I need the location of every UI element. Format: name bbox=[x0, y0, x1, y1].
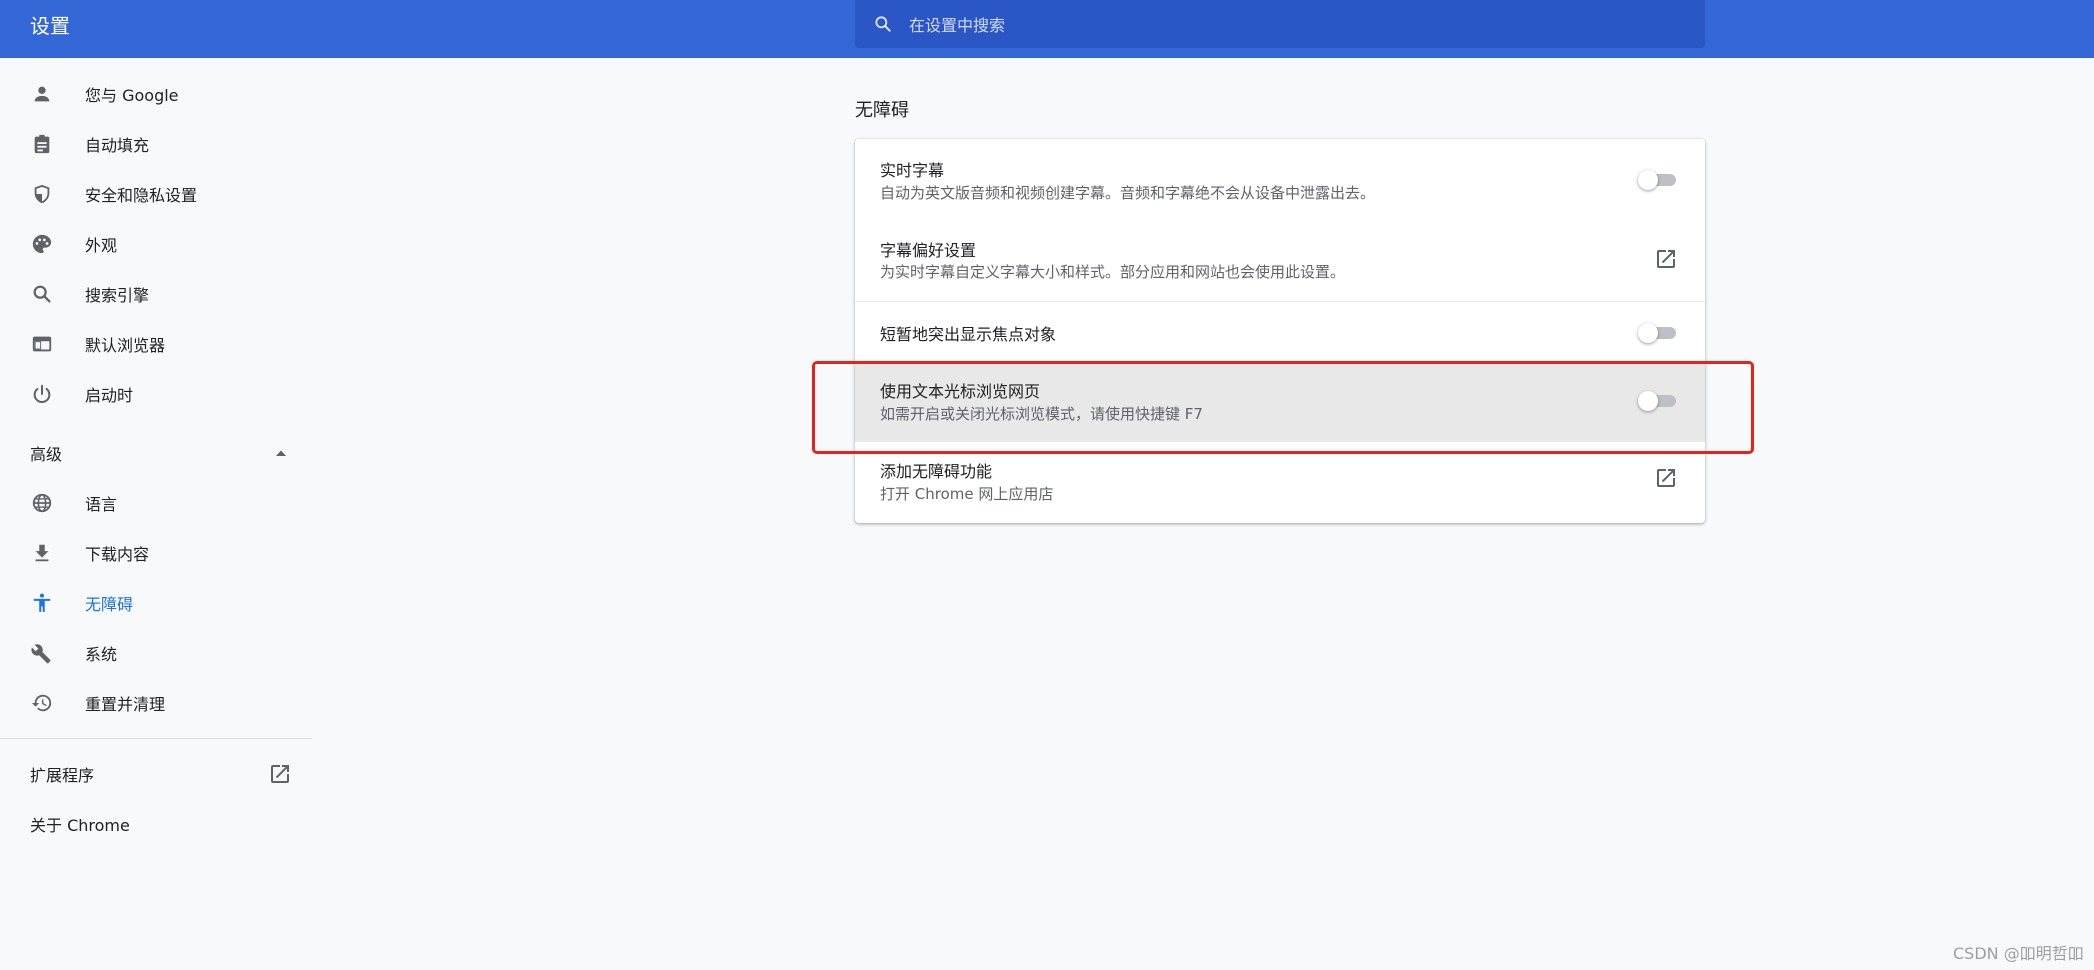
row-subtitle: 自动为英文版音频和视频创建字幕。音频和字幕绝不会从设备中泄露出去。 bbox=[880, 184, 1376, 202]
app-title: 设置 bbox=[30, 14, 70, 38]
sidebar-item-label: 下载内容 bbox=[85, 545, 150, 564]
sidebar-item-label: 重置并清理 bbox=[85, 695, 166, 714]
settings-search-box[interactable]: 在设置中搜索 bbox=[855, 0, 1705, 48]
palette-icon bbox=[30, 232, 54, 256]
search-placeholder[interactable]: 在设置中搜索 bbox=[909, 12, 1005, 36]
sidebar-item-extensions[interactable]: 扩展程序 bbox=[0, 749, 312, 799]
sidebar-item-label: 语言 bbox=[85, 495, 118, 514]
advanced-label: 高级 bbox=[30, 445, 63, 464]
sidebar-item-accessibility[interactable]: 无障碍 bbox=[0, 578, 312, 628]
toggle-knob bbox=[1638, 170, 1658, 190]
sidebar-item-downloads[interactable]: 下载内容 bbox=[0, 528, 312, 578]
sidebar-item-reset[interactable]: 重置并清理 bbox=[0, 678, 312, 728]
accessibility-icon bbox=[30, 591, 54, 615]
launch-icon bbox=[268, 762, 292, 786]
sidebar-item-languages[interactable]: 语言 bbox=[0, 478, 312, 528]
sidebar-item-search-engine[interactable]: 搜索引擎 bbox=[0, 269, 312, 319]
sidebar-item-default-browser[interactable]: 默认浏览器 bbox=[0, 319, 312, 369]
search-icon bbox=[871, 12, 895, 36]
focus-highlight-row[interactable]: 短暂地突出显示焦点对象 bbox=[855, 302, 1705, 362]
sidebar-item-appearance[interactable]: 外观 bbox=[0, 219, 312, 269]
sidebar-item-system[interactable]: 系统 bbox=[0, 628, 312, 678]
watermark: CSDN @吅明哲吅 bbox=[1953, 944, 2084, 963]
sidebar-item-label: 搜索引擎 bbox=[85, 286, 150, 305]
add-accessibility-features-row[interactable]: 添加无障碍功能 打开 Chrome 网上应用店 bbox=[855, 442, 1705, 523]
advanced-section-toggle[interactable]: 高级 bbox=[0, 428, 312, 478]
sidebar-item-label: 扩展程序 bbox=[30, 766, 95, 785]
row-title: 字幕偏好设置 bbox=[880, 241, 977, 260]
sidebar: 您与 Google 自动填充 安全和隐私设置 外观 搜索引擎 默认浏览器 启动时… bbox=[0, 58, 312, 970]
clipboard-icon bbox=[30, 132, 54, 156]
sidebar-item-label: 默认浏览器 bbox=[85, 336, 166, 355]
sidebar-item-label: 无障碍 bbox=[85, 595, 134, 614]
live-caption-row[interactable]: 实时字幕 自动为英文版音频和视频创建字幕。音频和字幕绝不会从设备中泄露出去。 bbox=[855, 139, 1705, 221]
download-icon bbox=[30, 541, 54, 565]
power-icon bbox=[30, 382, 54, 406]
row-subtitle: 为实时字幕自定义字幕大小和样式。部分应用和网站也会使用此设置。 bbox=[880, 263, 1346, 281]
row-title: 实时字幕 bbox=[880, 161, 945, 180]
sidebar-item-label: 您与 Google bbox=[85, 86, 179, 105]
restore-icon bbox=[30, 691, 54, 715]
globe-icon bbox=[30, 491, 54, 515]
search-icon bbox=[30, 282, 54, 306]
sidebar-divider bbox=[0, 738, 312, 739]
row-title: 短暂地突出显示焦点对象 bbox=[880, 325, 1057, 344]
settings-header: 设置 在设置中搜索 bbox=[0, 0, 2094, 58]
sidebar-item-label: 启动时 bbox=[85, 386, 134, 405]
sidebar-item-label: 关于 Chrome bbox=[30, 816, 130, 835]
sidebar-item-about-chrome[interactable]: 关于 Chrome bbox=[0, 799, 312, 849]
row-subtitle: 打开 Chrome 网上应用店 bbox=[880, 485, 1054, 503]
sidebar-item-label: 安全和隐私设置 bbox=[85, 186, 198, 205]
sidebar-item-you-and-google[interactable]: 您与 Google bbox=[0, 69, 312, 119]
sidebar-item-autofill[interactable]: 自动填充 bbox=[0, 119, 312, 169]
launch-icon[interactable] bbox=[1654, 247, 1678, 271]
annotation-highlight-box bbox=[812, 361, 1754, 454]
focus-highlight-toggle[interactable] bbox=[1638, 322, 1678, 343]
sidebar-item-label: 自动填充 bbox=[85, 136, 150, 155]
row-title: 添加无障碍功能 bbox=[880, 462, 993, 481]
browser-icon bbox=[30, 332, 54, 356]
sidebar-item-label: 外观 bbox=[85, 236, 118, 255]
shield-icon bbox=[30, 182, 54, 206]
caption-preferences-row[interactable]: 字幕偏好设置 为实时字幕自定义字幕大小和样式。部分应用和网站也会使用此设置。 bbox=[855, 221, 1705, 301]
toggle-knob bbox=[1638, 323, 1658, 343]
page-title: 无障碍 bbox=[855, 100, 909, 121]
person-icon bbox=[30, 82, 54, 106]
accessibility-settings-card: 实时字幕 自动为英文版音频和视频创建字幕。音频和字幕绝不会从设备中泄露出去。 字… bbox=[855, 139, 1705, 523]
live-caption-toggle[interactable] bbox=[1638, 169, 1678, 190]
wrench-icon bbox=[30, 641, 54, 665]
caret-up-icon bbox=[274, 445, 288, 459]
launch-icon[interactable] bbox=[1654, 466, 1678, 490]
sidebar-item-label: 系统 bbox=[85, 645, 118, 664]
sidebar-item-on-startup[interactable]: 启动时 bbox=[0, 369, 312, 419]
sidebar-item-privacy[interactable]: 安全和隐私设置 bbox=[0, 169, 312, 219]
